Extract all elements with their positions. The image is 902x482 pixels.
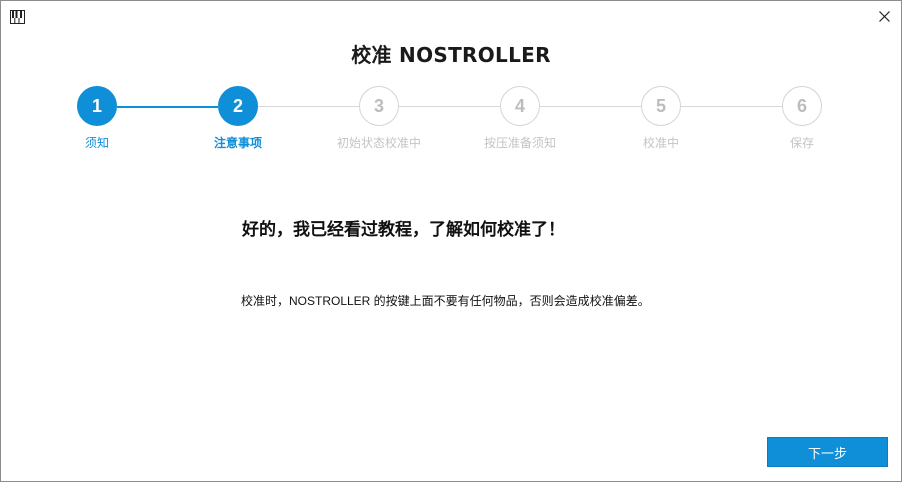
step-1: 1 须知: [37, 86, 157, 151]
step-number: 3: [359, 86, 399, 126]
piano-keys-icon: [10, 9, 25, 24]
progress-stepper: 1 须知 2 注意事项 3 初始状态校准中 4 按压准备须知 5 校准中 6 保…: [1, 86, 901, 156]
step-label: 保存: [789, 136, 814, 150]
step-3: 3 初始状态校准中: [319, 86, 439, 151]
step-4: 4 按压准备须知: [460, 86, 580, 151]
close-button[interactable]: [867, 1, 901, 31]
step-5: 5 校准中: [601, 86, 721, 151]
calibration-note: 校准时，NOSTROLLER 的按键上面不要有任何物品，否则会造成校准偏差。: [241, 294, 650, 308]
step-number: 1: [77, 86, 117, 126]
page-title: 校准 NOSTROLLER: [351, 43, 551, 67]
step-number: 5: [641, 86, 681, 126]
step-label: 按压准备须知: [483, 136, 556, 150]
step-label: 须知: [84, 136, 109, 150]
next-button[interactable]: 下一步: [767, 437, 888, 467]
step-number: 4: [500, 86, 540, 126]
confirmation-heading: 好的，我已经看过教程，了解如何校准了！: [242, 220, 565, 240]
close-icon: [878, 10, 890, 22]
step-label: 初始状态校准中: [336, 136, 421, 150]
step-number: 2: [218, 86, 258, 126]
step-label: 校准中: [642, 136, 679, 150]
step-2: 2 注意事项: [178, 86, 298, 151]
calibration-window: 校准 NOSTROLLER 1 须知 2 注意事项 3 初始状态校准中 4 按压…: [0, 0, 902, 482]
step-label: 注意事项: [213, 136, 262, 150]
step-number: 6: [782, 86, 822, 126]
step-6: 6 保存: [742, 86, 862, 151]
